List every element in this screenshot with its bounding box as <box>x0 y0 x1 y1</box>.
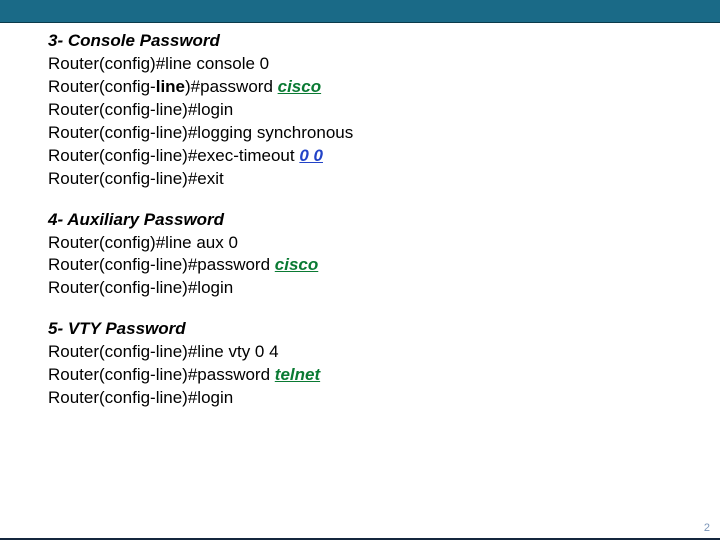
console-line-4: Router(config-line)#logging synchronous <box>48 122 672 145</box>
console-l1-cmd: line console 0 <box>165 54 269 73</box>
page-number: 2 <box>704 522 710 534</box>
console-line-2: Router(config-line)#password cisco <box>48 76 672 99</box>
vty-line-1: Router(config-line)#line vty 0 4 <box>48 341 672 364</box>
console-l2-value: cisco <box>278 77 321 96</box>
console-line-3: Router(config-line)#login <box>48 99 672 122</box>
content-area: 3- Console Password Router(config)#line … <box>48 30 672 516</box>
aux-l2-value: cisco <box>275 255 318 274</box>
aux-line-3: Router(config-line)#login <box>48 277 672 300</box>
section-title-aux: 4- Auxiliary Password <box>48 209 672 232</box>
vty-line-3: Router(config-line)#login <box>48 387 672 410</box>
aux-line-2: Router(config-line)#password cisco <box>48 254 672 277</box>
console-l5-prefix: Router(config-line)#exec-timeout <box>48 146 299 165</box>
section-title-vty: 5- VTY Password <box>48 318 672 341</box>
console-l1-prefix: Router(config)# <box>48 54 165 73</box>
console-l2-prefix: Router(config- <box>48 77 156 96</box>
console-line-6: Router(config-line)#exit <box>48 168 672 191</box>
vty-line-2: Router(config-line)#password telnet <box>48 364 672 387</box>
aux-l2-prefix: Router(config-line)#password <box>48 255 275 274</box>
console-l2-cmd: password <box>200 77 277 96</box>
slide: 3- Console Password Router(config)#line … <box>0 0 720 540</box>
aux-line-1: Router(config)#line aux 0 <box>48 232 672 255</box>
console-line-1: Router(config)#line console 0 <box>48 53 672 76</box>
console-l2-suffix: )# <box>185 77 200 96</box>
title-bar <box>0 0 720 23</box>
spacer-1 <box>48 191 672 209</box>
section-title-console: 3- Console Password <box>48 30 672 53</box>
vty-l2-value: telnet <box>275 365 320 384</box>
spacer-2 <box>48 300 672 318</box>
console-line-5: Router(config-line)#exec-timeout 0 0 <box>48 145 672 168</box>
console-l2-bold: line <box>156 77 185 96</box>
console-l5-value: 0 0 <box>299 146 323 165</box>
vty-l2-prefix: Router(config-line)#password <box>48 365 275 384</box>
